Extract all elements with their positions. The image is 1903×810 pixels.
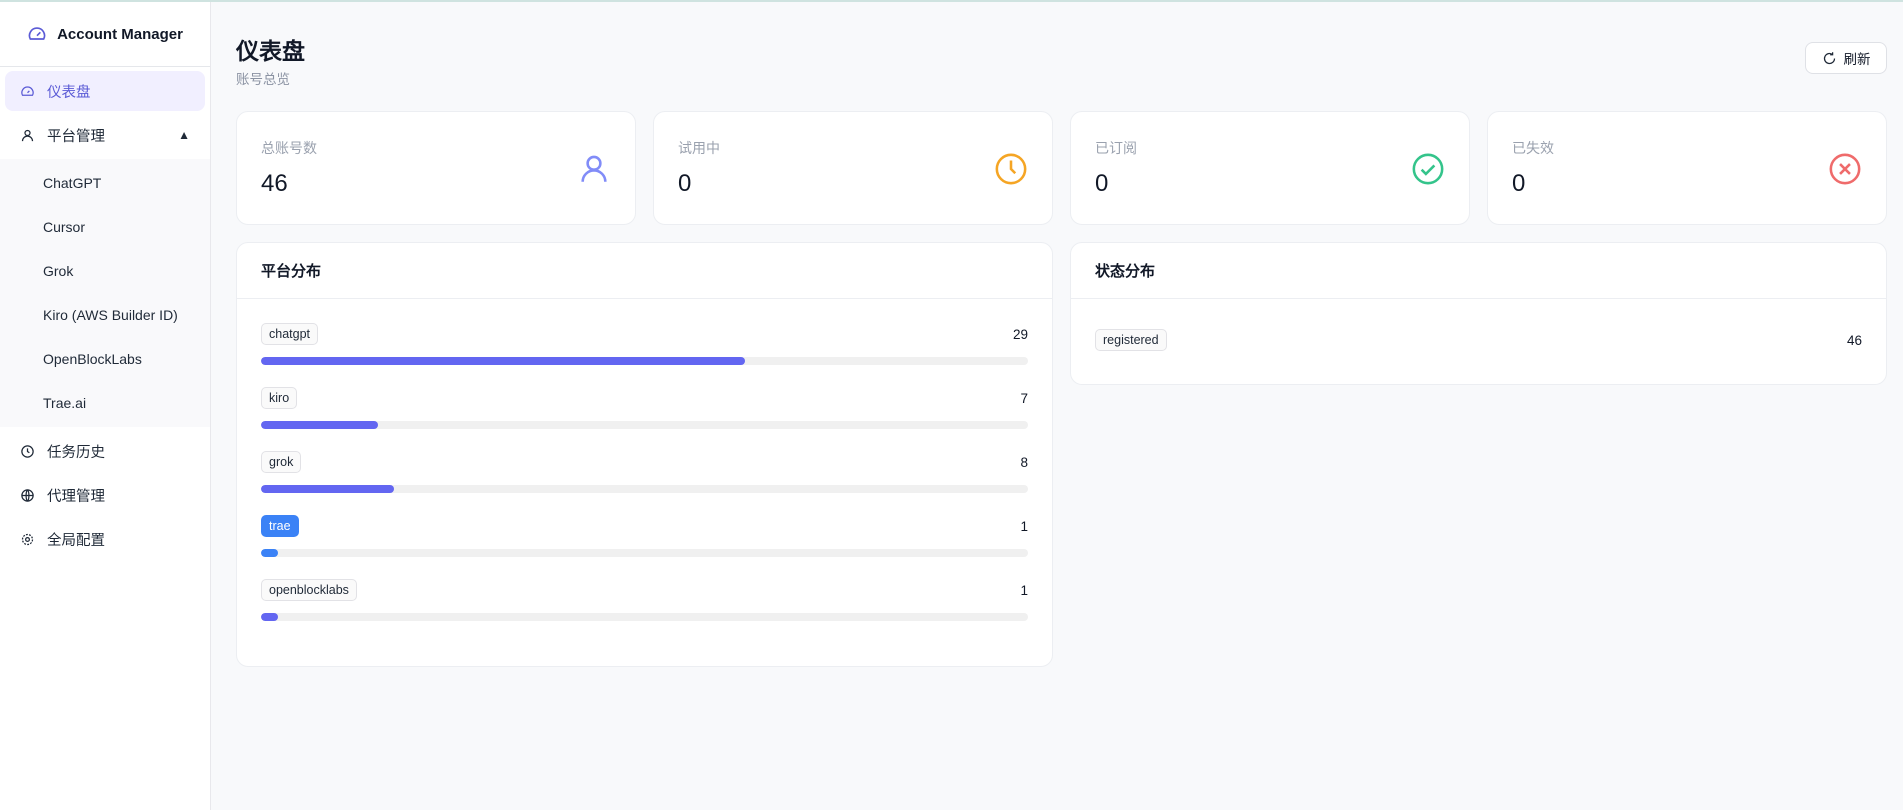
- platform-distribution-panel: 平台分布 chatgpt 29 kiro 7 grok 8 trae 1 ope…: [236, 242, 1053, 667]
- app-logo[interactable]: Account Manager: [0, 2, 210, 67]
- sidebar-item-label: 代理管理: [47, 488, 105, 505]
- platform-count: 1: [1020, 518, 1028, 534]
- sidebar: Account Manager 仪表盘 平台管理 ▲ ChatGPT Curso…: [0, 2, 211, 810]
- status-row: registered 46: [1095, 329, 1862, 351]
- stat-label: 已失效: [1512, 140, 1554, 156]
- stat-label: 已订阅: [1095, 140, 1137, 156]
- platform-tag: trae: [261, 515, 299, 537]
- progress-track: [261, 613, 1028, 621]
- stat-card: 已失效 0: [1487, 111, 1887, 225]
- status-tag: registered: [1095, 329, 1167, 351]
- gear-icon: [21, 533, 34, 545]
- app-title: Account Manager: [57, 25, 183, 43]
- stat-card: 试用中 0: [653, 111, 1053, 225]
- x-circle-icon: [1829, 153, 1861, 185]
- refresh-button[interactable]: 刷新: [1805, 42, 1887, 74]
- stat-value: 0: [1095, 170, 1109, 197]
- user-icon: [21, 129, 34, 141]
- chevron-up-icon[interactable]: ▲: [178, 128, 190, 142]
- sidebar-item-label: 平台管理: [47, 128, 105, 145]
- sidebar-item-grok[interactable]: Grok: [0, 249, 210, 293]
- sidebar-item-kiro[interactable]: Kiro (AWS Builder ID): [0, 293, 210, 337]
- progress-track: [261, 549, 1028, 557]
- sidebar-item-label: 仪表盘: [47, 84, 91, 101]
- globe-icon: [21, 488, 34, 502]
- sidebar-item-label: 全局配置: [47, 532, 105, 549]
- platform-row: openblocklabs 1: [261, 579, 1028, 643]
- check-circle-icon: [1412, 153, 1444, 185]
- progress-track: [261, 421, 1028, 429]
- refresh-label: 刷新: [1843, 52, 1871, 67]
- progress-track: [261, 357, 1028, 365]
- stat-label: 试用中: [678, 140, 720, 156]
- sidebar-item-history[interactable]: 任务历史: [5, 431, 205, 471]
- sidebar-item-openblocklabs[interactable]: OpenBlockLabs: [0, 337, 210, 381]
- sidebar-item-trae[interactable]: Trae.ai: [0, 381, 210, 425]
- stat-card: 总账号数 46: [236, 111, 636, 225]
- stat-value: 0: [678, 170, 692, 197]
- platform-tag: chatgpt: [261, 323, 319, 345]
- platform-submenu: ChatGPT Cursor Grok Kiro (AWS Builder ID…: [0, 159, 210, 427]
- progress-fill: [261, 549, 278, 557]
- platform-count: 7: [1020, 390, 1028, 406]
- sidebar-item-chatgpt[interactable]: ChatGPT: [0, 161, 210, 205]
- platform-row: chatgpt 29: [261, 323, 1028, 387]
- progress-fill: [261, 485, 395, 493]
- panel-title: 状态分布: [1071, 243, 1886, 299]
- refresh-icon: [1823, 51, 1835, 64]
- sidebar-item-dashboard[interactable]: 仪表盘: [5, 71, 205, 111]
- platform-row: kiro 7: [261, 387, 1028, 451]
- clock-icon: [21, 444, 34, 458]
- progress-track: [261, 485, 1028, 493]
- clock-icon: [995, 153, 1027, 185]
- progress-fill: [261, 613, 278, 621]
- platform-tag: kiro: [261, 387, 298, 409]
- sidebar-item-config[interactable]: 全局配置: [5, 519, 205, 559]
- platform-row: grok 8: [261, 451, 1028, 515]
- gauge-icon: [28, 27, 46, 40]
- stat-value: 46: [261, 170, 288, 197]
- panel-title: 平台分布: [237, 243, 1052, 299]
- status-distribution-panel: 状态分布 registered 46: [1070, 242, 1887, 385]
- platform-tag: openblocklabs: [261, 579, 357, 601]
- progress-fill: [261, 357, 745, 365]
- sidebar-item-platform[interactable]: 平台管理 ▲: [5, 115, 205, 155]
- status-count: 46: [1846, 332, 1862, 348]
- page-subtitle: 账号总览: [236, 72, 290, 87]
- platform-count: 29: [1012, 326, 1028, 342]
- sidebar-item-cursor[interactable]: Cursor: [0, 205, 210, 249]
- platform-tag: grok: [261, 451, 302, 473]
- platform-count: 1: [1020, 582, 1028, 598]
- stat-label: 总账号数: [261, 140, 317, 156]
- user-icon: [581, 155, 607, 182]
- stat-value: 0: [1512, 170, 1526, 197]
- stats-row: 总账号数 46 试用中 0 已订阅 0 已失效 0: [236, 111, 1887, 225]
- sidebar-item-label: 任务历史: [47, 444, 105, 461]
- platform-row: trae 1: [261, 515, 1028, 579]
- progress-fill: [261, 421, 378, 429]
- platform-count: 8: [1020, 454, 1028, 470]
- gauge-icon: [21, 85, 34, 96]
- page-title: 仪表盘: [236, 38, 305, 64]
- stat-card: 已订阅 0: [1070, 111, 1470, 225]
- sidebar-item-proxy[interactable]: 代理管理: [5, 475, 205, 515]
